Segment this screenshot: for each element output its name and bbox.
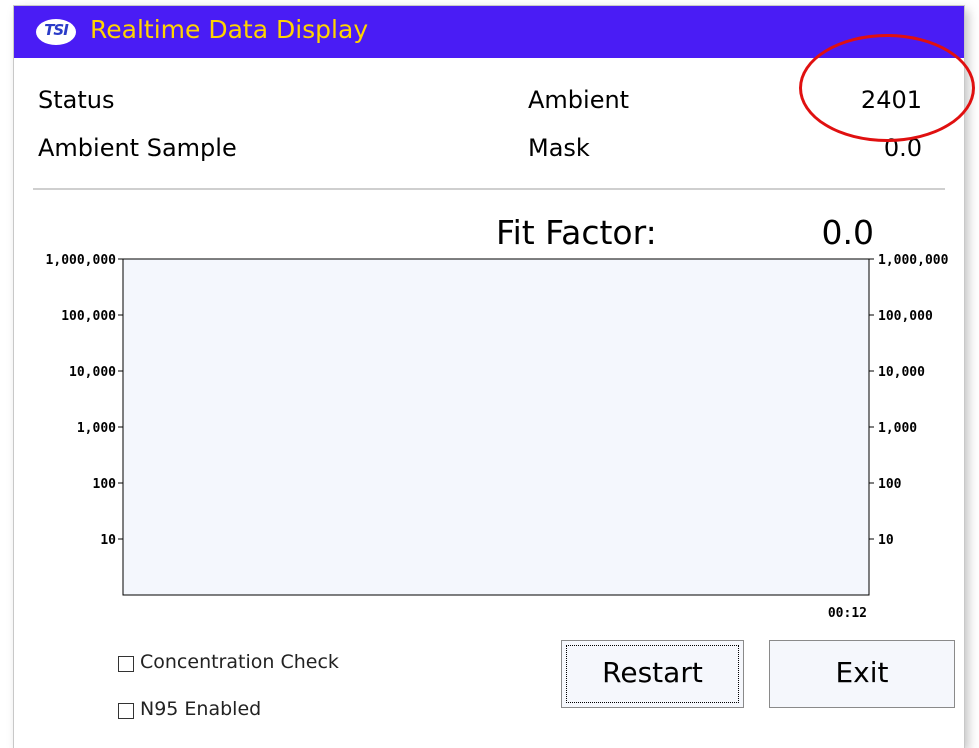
y-tick-label-left: 10 bbox=[100, 533, 116, 548]
x-tick-label: 00:12 bbox=[828, 606, 867, 621]
y-tick-label-left: 100,000 bbox=[61, 309, 116, 324]
exit-button-label: Exit bbox=[835, 656, 889, 689]
concentration-check-label: Concentration Check bbox=[140, 651, 339, 673]
n95-enabled-checkbox[interactable] bbox=[118, 703, 134, 719]
y-tick-label-left: 1,000 bbox=[77, 421, 116, 436]
y-tick-label-right: 10 bbox=[878, 533, 894, 548]
y-tick-label-left: 1,000,000 bbox=[46, 253, 117, 268]
fit-factor-chart: 1,000,000 1,000,000 100,000 100,000 10,000 10… bbox=[46, 253, 949, 621]
y-tick-label-right: 1,000 bbox=[878, 421, 917, 436]
y-tick-label-right: 100,000 bbox=[878, 309, 933, 324]
exit-button[interactable]: Exit bbox=[769, 640, 955, 708]
concentration-check-checkbox[interactable] bbox=[118, 656, 134, 672]
y-tick-label-right: 10,000 bbox=[878, 365, 925, 380]
y-tick-label-right: 100 bbox=[878, 477, 902, 492]
focus-indicator bbox=[566, 645, 739, 703]
plot-area bbox=[122, 258, 870, 596]
realtime-data-window: TSI Realtime Data Display Status Ambient… bbox=[14, 6, 975, 748]
y-tick-label-left: 10,000 bbox=[69, 365, 116, 380]
restart-button[interactable]: Restart bbox=[561, 640, 744, 708]
y-tick-label-left: 100 bbox=[93, 477, 117, 492]
n95-enabled-label: N95 Enabled bbox=[140, 698, 262, 720]
y-tick-label-right: 1,000,000 bbox=[878, 253, 949, 268]
